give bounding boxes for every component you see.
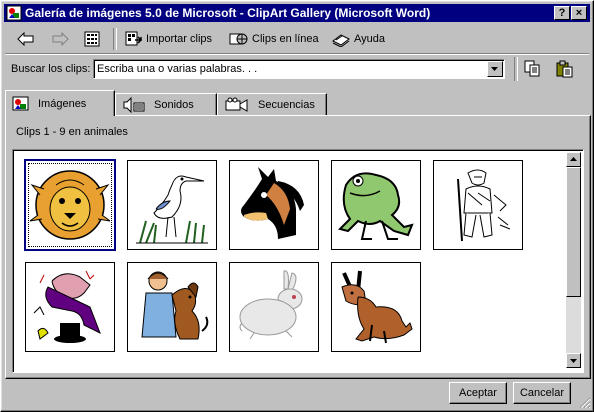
toolbar-divider [5, 53, 589, 55]
tab-sequences[interactable]: Secuencias [217, 93, 327, 116]
back-arrow-icon [17, 32, 34, 46]
tab-sequences-label: Secuencias [258, 99, 315, 111]
resize-grip-icon[interactable] [579, 397, 591, 409]
grid-view-icon [84, 31, 100, 47]
clipart-gallery-window: Galería de imágenes 5.0 de Microsoft - C… [0, 0, 594, 412]
search-dropdown-button[interactable] [487, 61, 503, 77]
window-title: Galería de imágenes 5.0 de Microsoft - C… [25, 6, 431, 20]
scroll-thumb[interactable] [566, 167, 581, 297]
clipart-app-icon [6, 5, 22, 21]
clip-gallery [12, 149, 584, 373]
help-label: Ayuda [354, 33, 385, 45]
forward-arrow-icon [52, 32, 69, 46]
toolbar: Importar clips Clips en línea Ayuda [5, 25, 589, 53]
heron-clipart-icon [136, 175, 208, 244]
video-camera-icon [225, 97, 248, 112]
help-button[interactable]: Ayuda [331, 29, 385, 49]
close-button[interactable]: × [571, 6, 587, 20]
horse-clipart-icon [241, 167, 304, 239]
donkey-clipart-icon [341, 270, 413, 344]
tab-images-label: Imágenes [38, 97, 87, 110]
cancel-button[interactable]: Cancelar [513, 382, 571, 404]
clips-online-button[interactable]: Clips en línea [229, 29, 319, 49]
copy-icon [524, 60, 540, 77]
import-clips-label: Importar clips [146, 33, 213, 45]
clip-frog[interactable] [331, 160, 421, 250]
forward-button[interactable] [51, 29, 72, 49]
clips-caption: Clips 1 - 9 en animales [16, 126, 128, 138]
clip-magician[interactable] [25, 262, 115, 352]
magician-clipart-icon [33, 270, 101, 343]
chevron-down-icon [491, 67, 498, 71]
scroll-up-button[interactable] [566, 152, 581, 167]
paste-button[interactable] [556, 59, 577, 79]
search-input[interactable] [97, 61, 482, 76]
clips-online-icon [229, 33, 248, 45]
tab-sounds[interactable]: Sonidos [115, 93, 217, 116]
import-clips-button[interactable]: Importar clips [125, 29, 212, 49]
clip-rabbit[interactable] [229, 262, 319, 352]
toolbar-separator [113, 28, 117, 50]
back-button[interactable] [17, 29, 38, 49]
import-clips-icon [125, 31, 143, 46]
tab-images[interactable]: Imágenes [5, 90, 115, 116]
sounds-tab-icon [123, 97, 145, 113]
clips-online-label: Clips en línea [252, 33, 319, 45]
tab-sounds-label: Sonidos [154, 99, 194, 111]
vertical-scrollbar[interactable] [566, 152, 581, 368]
clip-heron[interactable] [127, 160, 217, 250]
search-separator [514, 57, 518, 81]
search-combobox[interactable] [93, 59, 505, 79]
copy-button[interactable] [524, 59, 545, 79]
rabbit-clipart-icon [239, 270, 303, 340]
view-grid-button[interactable] [84, 29, 103, 49]
clip-horse[interactable] [229, 160, 319, 250]
girl-with-dog-clipart-icon [141, 271, 209, 340]
title-bar[interactable]: Galería de imágenes 5.0 de Microsoft - C… [4, 4, 590, 22]
scroll-up-arrow-icon [570, 157, 577, 161]
help-title-button[interactable]: ? [554, 6, 570, 20]
scroll-down-button[interactable] [566, 353, 581, 368]
tab-strip: Imágenes Sonidos Secuencias [5, 90, 589, 116]
search-label: Buscar los clips: [11, 63, 91, 75]
clip-girl-with-dog[interactable] [127, 262, 217, 352]
clip-donkey[interactable] [331, 262, 421, 352]
clip-hunter[interactable] [433, 160, 523, 250]
help-book-icon [332, 34, 350, 47]
hunter-clipart-icon [457, 169, 511, 242]
scroll-down-arrow-icon [570, 359, 577, 363]
images-tab-icon [12, 96, 29, 110]
clip-lion[interactable] [24, 159, 116, 251]
paste-icon [556, 60, 573, 78]
accept-button[interactable]: Aceptar [449, 382, 507, 404]
frog-clipart-icon [338, 172, 414, 240]
lion-clipart-icon [30, 170, 110, 240]
